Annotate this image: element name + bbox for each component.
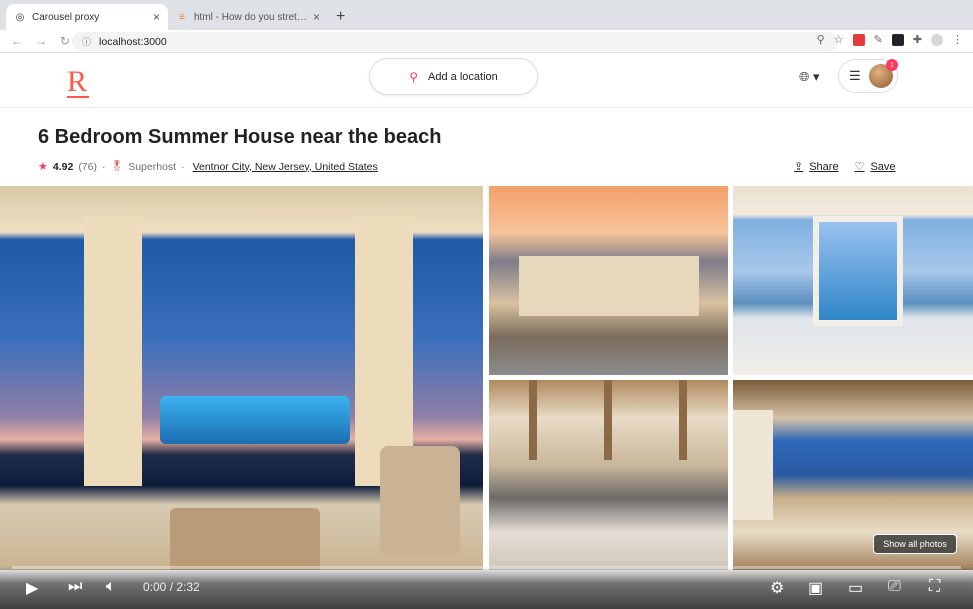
globe-favicon-icon: ◎ — [15, 11, 25, 23]
zoom-icon[interactable]: ⚲ — [817, 33, 825, 46]
search-icon: ⚲ — [409, 69, 419, 84]
share-icon: ⇪ — [794, 161, 804, 173]
browser-actions: ⚲ ☆ ✎ ✚ ⋮ — [817, 33, 963, 46]
save-label: Save — [870, 160, 896, 173]
stackoverflow-favicon-icon: ≡ — [179, 11, 185, 23]
review-count[interactable]: (76) — [78, 161, 97, 173]
forward-arrow-icon[interactable]: → — [34, 34, 48, 48]
address-bar[interactable]: ⓘ localhost:3000 — [72, 32, 838, 51]
url-text: localhost:3000 — [99, 35, 167, 48]
miniplayer-icon[interactable]: ▣ — [808, 578, 823, 598]
browser-window: ◎ Carousel proxy × ≡ html - How do you s… — [0, 0, 973, 53]
fullscreen-icon[interactable]: ⛶ — [929, 578, 940, 596]
tab-strip: ◎ Carousel proxy × ≡ html - How do you s… — [0, 0, 973, 30]
back-arrow-icon[interactable]: ← — [10, 34, 24, 48]
search-label: Add a location — [428, 70, 498, 83]
theater-mode-icon[interactable]: ▭ — [848, 578, 863, 598]
reload-icon[interactable]: ↻ — [58, 34, 72, 48]
notification-badge: 1 — [886, 59, 898, 71]
next-icon[interactable]: ⏭ — [68, 578, 82, 596]
hamburger-menu-icon: ☰ — [849, 68, 861, 83]
profile-icon[interactable] — [931, 33, 943, 46]
share-label: Share — [809, 160, 839, 173]
star-icon: ★ — [38, 161, 48, 173]
photo-living-room-beams[interactable] — [489, 380, 728, 570]
share-button[interactable]: ⇪ Share — [794, 160, 839, 174]
photo-pool — [160, 396, 350, 444]
photo-terrace-pool[interactable] — [733, 186, 973, 375]
tab-stackoverflow[interactable]: ≡ html - How do you stretch an i × — [168, 4, 328, 30]
photo-armchair — [380, 446, 460, 556]
info-icon[interactable]: ⓘ — [82, 35, 91, 48]
bookmark-star-icon[interactable]: ☆ — [834, 33, 844, 46]
separator-dot: · — [181, 160, 185, 173]
separator-dot: · — [102, 160, 106, 173]
show-all-photos-button[interactable]: Show all photos — [873, 534, 957, 554]
superhost-label: Superhost — [128, 160, 177, 173]
photo-exterior-sunset[interactable] — [489, 186, 728, 375]
tab-title: html - How do you stretch an i — [194, 11, 309, 23]
rating-value: 4.92 — [52, 160, 74, 173]
site-logo[interactable]: R — [67, 65, 90, 99]
close-icon[interactable]: × — [153, 10, 160, 24]
settings-gear-icon[interactable]: ⚙ — [770, 578, 784, 598]
video-player-controls: ▶ ⏭ 🔈︎ 0:00 / 2:32 ⚙ ▣ ▭ ⎚ ⛶ — [0, 566, 973, 609]
photo-beam — [679, 380, 687, 460]
tab-carousel-proxy[interactable]: ◎ Carousel proxy × — [6, 4, 168, 30]
tab-title: Carousel proxy — [32, 11, 100, 23]
photo-beam — [529, 380, 537, 460]
play-icon[interactable]: ▶ — [26, 578, 38, 598]
react-extension-icon[interactable] — [891, 33, 904, 46]
globe-language-icon[interactable]: 🌐︎ ▾ — [799, 69, 820, 85]
video-time: 0:00 / 2:32 — [143, 580, 200, 594]
photo-house — [519, 256, 699, 316]
video-progress-bar[interactable] — [12, 566, 961, 569]
eyedropper-extension-icon[interactable]: ✎ — [874, 33, 883, 46]
photo-column — [84, 216, 142, 486]
location-link[interactable]: Ventnor City, New Jersey, United States — [193, 161, 378, 173]
photo-gallery — [0, 186, 973, 570]
listing-actions: ⇪ Share ♡ Save — [794, 160, 896, 174]
superhost-medal-icon: 🎖︎ — [110, 161, 124, 172]
photo-fireplace — [733, 410, 773, 520]
photo-main-pool-view[interactable] — [0, 186, 483, 570]
close-icon[interactable]: × — [313, 10, 320, 24]
new-tab-button[interactable]: + — [336, 8, 345, 26]
listing-meta: ★ 4.92 (76) · 🎖︎ Superhost · Ventnor Cit… — [38, 160, 378, 174]
browser-toolbar: ← → ↻ ⓘ localhost:3000 ⚲ ☆ ✎ ✚ ⋮ — [0, 30, 973, 53]
menu-dots-icon[interactable]: ⋮ — [952, 33, 963, 46]
adblock-extension-icon[interactable] — [852, 33, 865, 46]
photo-beam — [604, 380, 612, 460]
volume-icon[interactable]: 🔈︎ — [106, 578, 116, 596]
site-header: R ⚲ Add a location 🌐︎ ▾ ☰ 1 — [0, 53, 973, 108]
cast-icon[interactable]: ⎚ — [888, 578, 901, 596]
location-search-button[interactable]: ⚲ Add a location — [369, 58, 538, 95]
photo-chair — [170, 508, 320, 570]
photo-opening — [813, 216, 903, 326]
extensions-puzzle-icon[interactable]: ✚ — [913, 33, 922, 46]
heart-icon: ♡ — [854, 161, 865, 173]
save-button[interactable]: ♡ Save — [854, 160, 896, 174]
listing-title: 6 Bedroom Summer House near the beach — [38, 126, 442, 148]
